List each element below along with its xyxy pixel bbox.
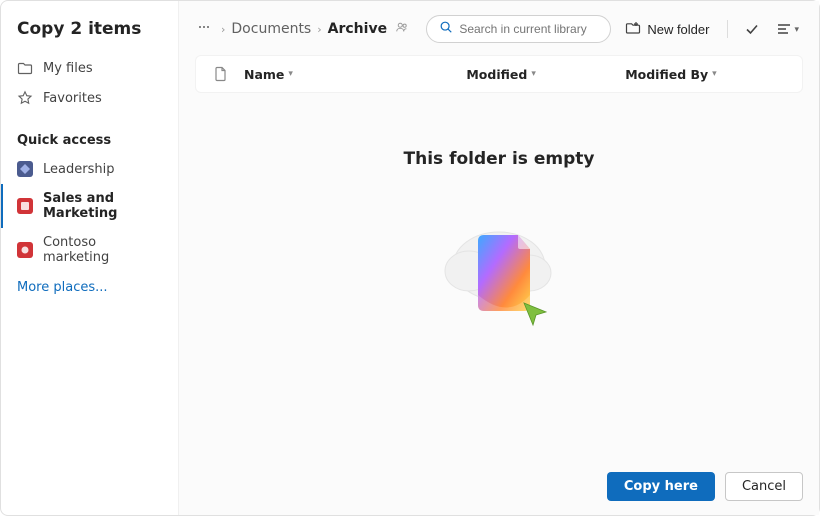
copy-here-button[interactable]: Copy here bbox=[607, 472, 715, 501]
chevron-down-icon: ▾ bbox=[288, 69, 293, 79]
divider bbox=[727, 20, 728, 38]
sidebar-item-contoso-marketing[interactable]: Contoso marketing bbox=[1, 228, 178, 272]
search-icon bbox=[439, 20, 453, 38]
folder-icon bbox=[17, 60, 33, 76]
column-label: Modified By bbox=[625, 67, 708, 82]
search-box[interactable] bbox=[426, 15, 611, 43]
column-modified-by[interactable]: Modified By ▾ bbox=[625, 67, 784, 82]
column-label: Name bbox=[244, 67, 284, 82]
column-name[interactable]: Name ▾ bbox=[244, 67, 466, 82]
column-modified[interactable]: Modified ▾ bbox=[466, 67, 625, 82]
site-icon bbox=[17, 198, 33, 214]
view-options-button[interactable]: ▾ bbox=[772, 17, 803, 41]
empty-state-title: This folder is empty bbox=[404, 149, 595, 169]
chevron-down-icon: ▾ bbox=[531, 69, 536, 79]
breadcrumb-current[interactable]: Archive bbox=[328, 21, 387, 37]
site-icon bbox=[17, 242, 33, 258]
star-icon bbox=[17, 90, 33, 106]
sidebar-item-label: Contoso marketing bbox=[43, 235, 162, 265]
sidebar-item-my-files[interactable]: My files bbox=[1, 53, 178, 83]
sidebar-item-label: Sales and Marketing bbox=[43, 191, 162, 221]
column-file-type[interactable] bbox=[214, 66, 244, 82]
sidebar-item-leadership[interactable]: Leadership bbox=[1, 154, 178, 184]
people-icon bbox=[395, 20, 409, 38]
new-folder-label: New folder bbox=[647, 22, 709, 37]
chevron-down-icon: ▾ bbox=[712, 69, 717, 79]
more-places-link[interactable]: More places... bbox=[1, 272, 178, 303]
empty-state: This folder is empty bbox=[179, 93, 819, 460]
sidebar: Copy 2 items My files Favorites Quick ac… bbox=[1, 1, 179, 515]
sidebar-section-header: Quick access bbox=[1, 113, 178, 154]
dialog-title: Copy 2 items bbox=[1, 19, 178, 53]
column-header-row: Name ▾ Modified ▾ Modified By ▾ bbox=[195, 55, 803, 93]
column-label: Modified bbox=[466, 67, 527, 82]
sidebar-item-label: Leadership bbox=[43, 162, 114, 177]
chevron-down-icon: ▾ bbox=[794, 24, 799, 35]
dialog-footer: Copy here Cancel bbox=[179, 460, 819, 515]
new-folder-icon bbox=[625, 20, 641, 39]
site-icon bbox=[17, 161, 33, 177]
chevron-right-icon: › bbox=[317, 23, 321, 36]
sidebar-item-sales-and-marketing[interactable]: Sales and Marketing bbox=[1, 184, 178, 228]
sidebar-item-favorites[interactable]: Favorites bbox=[1, 83, 178, 113]
empty-folder-illustration bbox=[424, 191, 574, 341]
topbar: › Documents › Archive New folder bbox=[179, 1, 819, 53]
breadcrumb-parent[interactable]: Documents bbox=[231, 21, 311, 37]
cancel-button[interactable]: Cancel bbox=[725, 472, 803, 501]
chevron-right-icon: › bbox=[221, 23, 225, 36]
main-panel: › Documents › Archive New folder bbox=[179, 1, 819, 515]
sidebar-item-label: Favorites bbox=[43, 91, 102, 106]
search-input[interactable] bbox=[459, 22, 598, 36]
sidebar-item-label: My files bbox=[43, 61, 93, 76]
confirm-button[interactable] bbox=[740, 17, 764, 41]
new-folder-button[interactable]: New folder bbox=[619, 16, 715, 43]
breadcrumb: › Documents › Archive bbox=[221, 20, 409, 38]
breadcrumb-overflow-button[interactable] bbox=[195, 18, 213, 40]
